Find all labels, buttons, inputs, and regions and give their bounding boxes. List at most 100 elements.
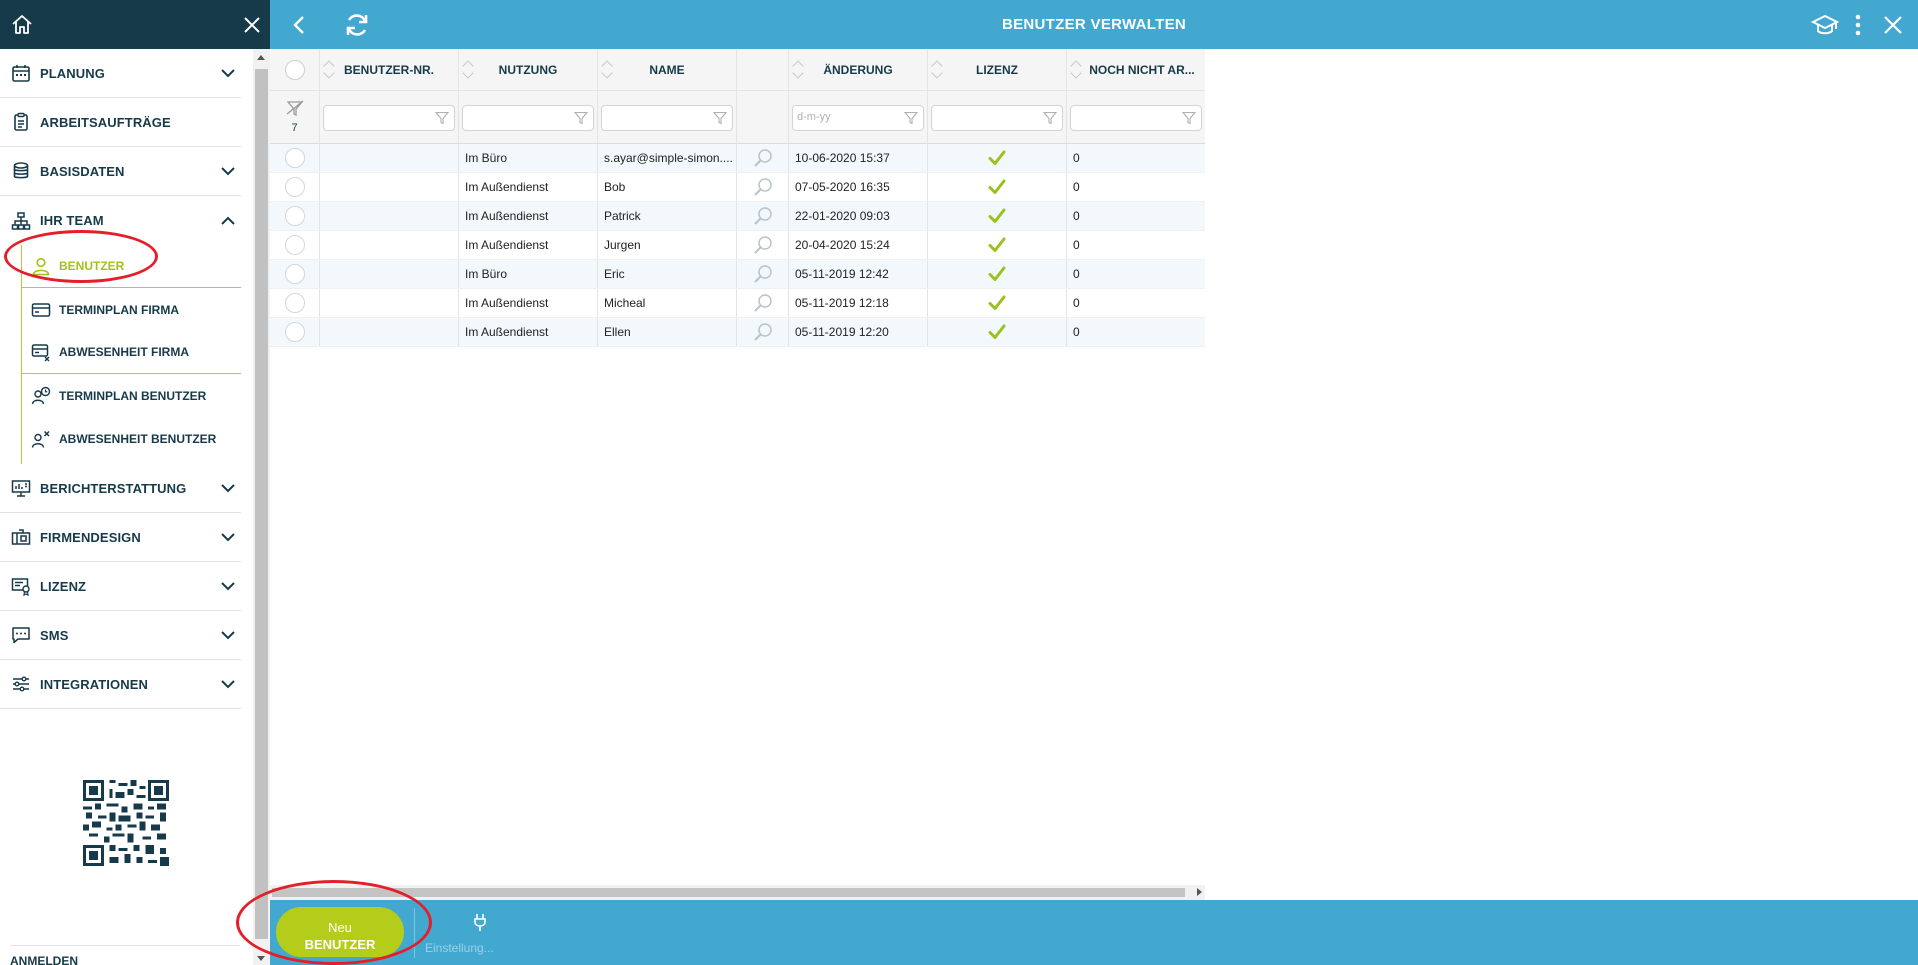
scrollbar-thumb[interactable]	[255, 69, 268, 939]
row-select-cell[interactable]	[270, 144, 320, 172]
row-select-radio[interactable]	[284, 206, 305, 226]
sidebar-item-berichterstattung[interactable]: BERICHTERSTATTUNG	[0, 464, 241, 513]
cell-details[interactable]	[737, 260, 789, 288]
sidebar-subitem-abwesenheit-firma[interactable]: ABWESENHEIT FIRMA	[22, 331, 241, 374]
sort-icon[interactable]	[463, 60, 475, 80]
sidebar-item-ihr-team[interactable]: IHR TEAM	[0, 196, 241, 245]
table-row[interactable]: Im Außendienst Ellen 05-11-2019 12:20 0	[270, 318, 1205, 347]
filter-icon[interactable]	[435, 111, 449, 125]
row-select-radio[interactable]	[284, 235, 305, 255]
filter-icon[interactable]	[713, 111, 727, 125]
scroll-right-icon[interactable]	[1197, 888, 1202, 896]
scroll-up-icon[interactable]	[257, 55, 265, 60]
row-select-cell[interactable]	[270, 318, 320, 346]
row-select-radio[interactable]	[284, 148, 305, 168]
sidebar-item-planung[interactable]: PLANUNG	[0, 49, 241, 98]
row-select-cell[interactable]	[270, 202, 320, 230]
filter-icon[interactable]	[1043, 111, 1057, 125]
sidebar-item-lizenz[interactable]: LIZENZ	[0, 562, 241, 611]
table-horizontal-scrollbar[interactable]	[270, 885, 1205, 900]
row-select-radio[interactable]	[284, 177, 305, 197]
sort-icon[interactable]	[932, 60, 944, 80]
chevron-down-icon[interactable]	[219, 162, 237, 180]
cell-details[interactable]	[737, 144, 789, 172]
chevron-down-icon[interactable]	[219, 64, 237, 82]
column-header-benutzer-nr[interactable]: BENUTZER-NR.	[320, 49, 459, 90]
table-row[interactable]: Im Büro s.ayar@simple-simon.... 10-06-20…	[270, 144, 1205, 173]
sidebar-subitem-benutzer[interactable]: BENUTZER	[22, 245, 241, 288]
table-row[interactable]: Im Außendienst Patrick 22-01-2020 09:03 …	[270, 202, 1205, 231]
back-icon[interactable]	[285, 10, 315, 40]
clear-filter-cell[interactable]: 7	[270, 91, 320, 143]
row-select-cell[interactable]	[270, 173, 320, 201]
table-row[interactable]: Im Außendienst Jurgen 20-04-2020 15:24 0	[270, 231, 1205, 260]
row-select-radio[interactable]	[284, 293, 305, 313]
cell-details[interactable]	[737, 231, 789, 259]
filter-input-lizenz[interactable]	[931, 105, 1063, 131]
select-all-radio[interactable]	[284, 59, 305, 80]
chevron-down-icon[interactable]	[219, 675, 237, 693]
column-header-noch-nicht[interactable]: NOCH NICHT AR...	[1067, 49, 1205, 90]
sort-icon[interactable]	[793, 60, 805, 80]
sort-icon[interactable]	[324, 60, 336, 80]
chevron-up-icon[interactable]	[219, 212, 237, 230]
chevron-down-icon[interactable]	[219, 528, 237, 546]
filter-icon[interactable]	[1182, 111, 1196, 125]
magnifier-icon[interactable]	[752, 234, 774, 256]
filter-input-name[interactable]	[601, 105, 733, 131]
magnifier-icon[interactable]	[752, 263, 774, 285]
filter-input-benutzer-nr[interactable]	[323, 105, 455, 131]
sidebar-subitem-abwesenheit-benutzer[interactable]: ABWESENHEIT BENUTZER	[22, 417, 241, 460]
sidebar-subitem-terminplan-firma[interactable]: TERMINPLAN FIRMA	[22, 288, 241, 331]
table-row[interactable]: Im Büro Eric 05-11-2019 12:42 0	[270, 260, 1205, 289]
sidebar-item-firmendesign[interactable]: FIRMENDESIGN	[0, 513, 241, 562]
refresh-icon[interactable]	[342, 10, 372, 40]
filter-input-nutzung[interactable]	[462, 105, 594, 131]
close-icon[interactable]	[1878, 10, 1908, 40]
column-header-nutzung[interactable]: NUTZUNG	[459, 49, 598, 90]
cell-details[interactable]	[737, 173, 789, 201]
filter-input-noch-nicht[interactable]	[1070, 105, 1202, 131]
cell-details[interactable]	[737, 202, 789, 230]
more-vertical-icon[interactable]	[1843, 10, 1873, 40]
magnifier-icon[interactable]	[752, 176, 774, 198]
cell-details[interactable]	[737, 318, 789, 346]
sidebar-item-anmelden[interactable]: ANMELDEN	[10, 945, 240, 965]
select-all-radio-cell[interactable]	[270, 49, 320, 90]
magnifier-icon[interactable]	[752, 321, 774, 343]
sidebar-subitem-terminplan-benutzer[interactable]: TERMINPLAN BENUTZER	[22, 374, 241, 417]
close-sidebar-icon[interactable]	[242, 15, 262, 35]
settings-button[interactable]: Einstellung...	[425, 912, 505, 955]
row-select-radio[interactable]	[284, 322, 305, 342]
column-header-aenderung[interactable]: ÄNDERUNG	[789, 49, 928, 90]
row-select-cell[interactable]	[270, 231, 320, 259]
chevron-down-icon[interactable]	[219, 577, 237, 595]
row-select-radio[interactable]	[284, 264, 305, 284]
scroll-down-icon[interactable]	[257, 956, 265, 961]
sidebar-item-integrationen[interactable]: INTEGRATIONEN	[0, 660, 241, 709]
table-row[interactable]: Im Außendienst Micheal 05-11-2019 12:18 …	[270, 289, 1205, 318]
column-header-name[interactable]: NAME	[598, 49, 737, 90]
sidebar-item-sms[interactable]: SMS	[0, 611, 241, 660]
sort-icon[interactable]	[1071, 60, 1083, 80]
graduation-cap-icon[interactable]	[1810, 10, 1840, 40]
column-header-lizenz[interactable]: LIZENZ	[928, 49, 1067, 90]
magnifier-icon[interactable]	[752, 292, 774, 314]
new-user-button[interactable]: Neu BENUTZER	[276, 907, 404, 957]
sidebar-scrollbar[interactable]	[253, 49, 270, 965]
chevron-down-icon[interactable]	[219, 626, 237, 644]
magnifier-icon[interactable]	[752, 147, 774, 169]
cell-details[interactable]	[737, 289, 789, 317]
sidebar-item-arbeitsauftraege[interactable]: ARBEITSAUFTRÄGE	[0, 98, 241, 147]
home-icon[interactable]	[10, 13, 34, 37]
clear-filter-icon[interactable]	[285, 99, 305, 117]
sort-icon[interactable]	[602, 60, 614, 80]
scrollbar-thumb[interactable]	[272, 888, 1185, 897]
table-row[interactable]: Im Außendienst Bob 07-05-2020 16:35 0	[270, 173, 1205, 202]
chevron-down-icon[interactable]	[219, 479, 237, 497]
row-select-cell[interactable]	[270, 260, 320, 288]
magnifier-icon[interactable]	[752, 205, 774, 227]
filter-icon[interactable]	[904, 111, 918, 125]
row-select-cell[interactable]	[270, 289, 320, 317]
filter-input-aenderung[interactable]: d-m-yy	[792, 105, 924, 131]
